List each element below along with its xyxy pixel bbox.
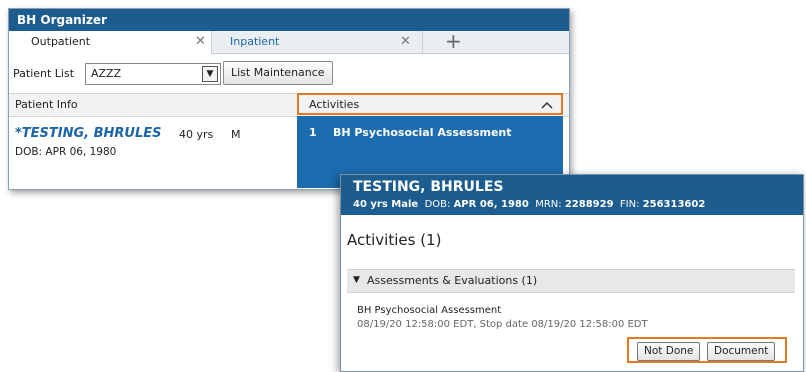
column-activities-label: Activities — [309, 98, 360, 111]
activity-number: 1 — [309, 126, 317, 139]
tab-bar: Outpatient ✕ Inpatient ✕ + — [9, 31, 569, 54]
section-assessments[interactable]: ▼ Assessments & Evaluations (1) — [347, 269, 795, 293]
window-title: BH Organizer — [9, 9, 569, 31]
tab-outpatient[interactable]: Outpatient ✕ — [9, 31, 212, 54]
chevron-up-icon[interactable] — [541, 96, 553, 117]
patient-sex: M — [231, 128, 241, 141]
patient-banner: TESTING, BHRULES 40 yrs Male DOB: APR 06… — [341, 175, 803, 215]
close-icon[interactable]: ✕ — [400, 31, 411, 53]
patient-age: 40 yrs — [179, 128, 214, 141]
add-tab-icon[interactable]: + — [445, 31, 462, 51]
section-assessments-label: Assessments & Evaluations (1) — [367, 274, 538, 287]
column-activities[interactable]: Activities — [297, 93, 563, 115]
patient-banner-name: TESTING, BHRULES — [353, 179, 504, 195]
banner-age-sex: 40 yrs Male — [353, 199, 419, 210]
activity-action-buttons: Not Done Document — [627, 337, 787, 363]
activity-name: BH Psychosocial Assessment — [333, 126, 512, 139]
activity-item-dates: 08/19/20 12:58:00 EDT, Stop date 08/19/2… — [357, 319, 648, 330]
column-patient-info: Patient Info — [15, 98, 78, 111]
activity-item-name: BH Psychosocial Assessment — [357, 305, 502, 316]
banner-mrn: 2288929 — [564, 199, 614, 210]
activity-detail-panel: TESTING, BHRULES 40 yrs Male DOB: APR 06… — [340, 174, 804, 372]
patient-list-label: Patient List — [13, 67, 75, 80]
grid-header: Patient Info Activities — [9, 93, 569, 117]
patient-dob: DOB: APR 06, 1980 — [15, 146, 117, 158]
close-icon[interactable]: ✕ — [195, 31, 206, 53]
patient-list-select[interactable]: AZZZ ▼ — [85, 63, 221, 85]
list-maintenance-button[interactable]: List Maintenance — [223, 61, 333, 85]
caret-down-icon[interactable]: ▼ — [353, 275, 360, 285]
chevron-down-icon[interactable]: ▼ — [202, 66, 218, 82]
banner-mrn-label: MRN: — [535, 199, 562, 210]
patient-list-filter: Patient List AZZZ ▼ List Maintenance — [9, 57, 569, 93]
activities-heading: Activities (1) — [347, 231, 442, 249]
bh-organizer-window: BH Organizer Outpatient ✕ Inpatient ✕ + … — [8, 8, 570, 190]
banner-dob: APR 06, 1980 — [453, 199, 529, 210]
document-button[interactable]: Document — [707, 342, 776, 361]
patient-list-value: AZZZ — [91, 67, 122, 80]
banner-fin-label: FIN: — [619, 199, 640, 210]
tab-inpatient[interactable]: Inpatient ✕ — [212, 31, 423, 53]
banner-fin: 256313602 — [642, 199, 706, 210]
tab-inpatient-label: Inpatient — [230, 35, 280, 48]
not-done-button[interactable]: Not Done — [637, 342, 701, 361]
patient-banner-meta: 40 yrs Male DOB: APR 06, 1980 MRN: 22889… — [353, 199, 705, 210]
tab-outpatient-label: Outpatient — [31, 35, 91, 48]
patient-name-link[interactable]: *TESTING, BHRULES — [15, 126, 162, 141]
banner-dob-label: DOB: — [424, 199, 451, 210]
